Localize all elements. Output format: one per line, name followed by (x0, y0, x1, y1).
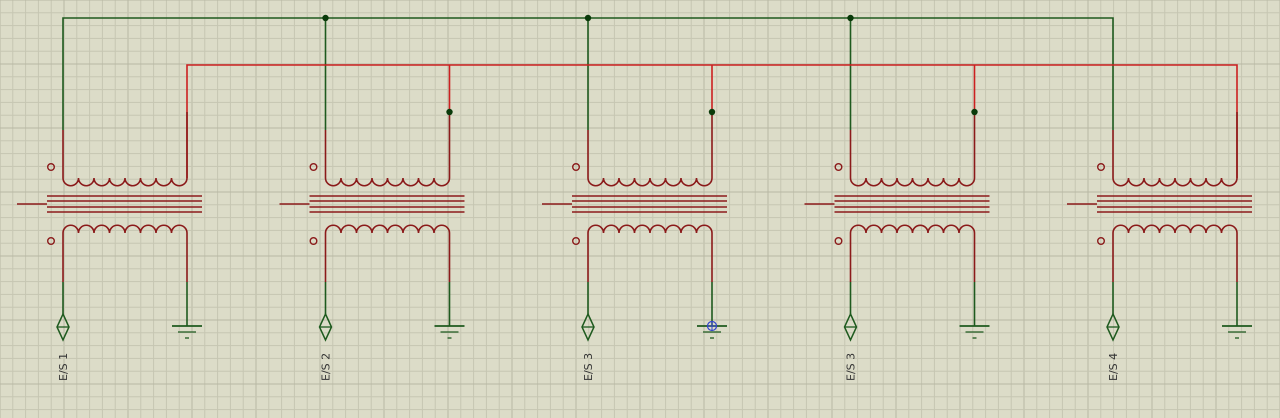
ground-icon (172, 325, 202, 339)
junction-dot (584, 14, 592, 22)
ground-icon (1222, 325, 1252, 339)
ground-icon (959, 325, 990, 339)
junction-dot (847, 14, 854, 22)
ground-icon (434, 325, 465, 339)
schematic-canvas: E/S 1 E/S 2 E/S 3 E/S 3 E/S 4 (0, 0, 1280, 418)
junction-dot (708, 108, 716, 116)
schematic-svg: E/S 1 E/S 2 E/S 3 E/S 3 E/S 4 (0, 0, 1280, 418)
probe-marker-icon (706, 320, 718, 332)
transformer-unit: E/S 3 (542, 108, 727, 381)
polarity-dot (309, 162, 318, 171)
junction-dot (446, 108, 453, 116)
junction-dot (971, 108, 978, 116)
transformer-unit: E/S 4 (1067, 112, 1252, 381)
terminal-label: E/S 2 (320, 353, 333, 381)
terminal-label: E/S 3 (582, 353, 595, 381)
terminal-label: E/S 4 (1107, 353, 1120, 381)
grid-layer (0, 0, 1280, 418)
transformer-unit: E/S 1 (17, 112, 202, 381)
junction-dot (322, 14, 329, 22)
transformer-layer: E/S 1 E/S 2 E/S 3 E/S 3 E/S 4 (17, 108, 1252, 381)
terminal-label: E/S 3 (845, 353, 858, 381)
polarity-dot (834, 162, 843, 171)
terminal-label: E/S 1 (57, 353, 70, 381)
